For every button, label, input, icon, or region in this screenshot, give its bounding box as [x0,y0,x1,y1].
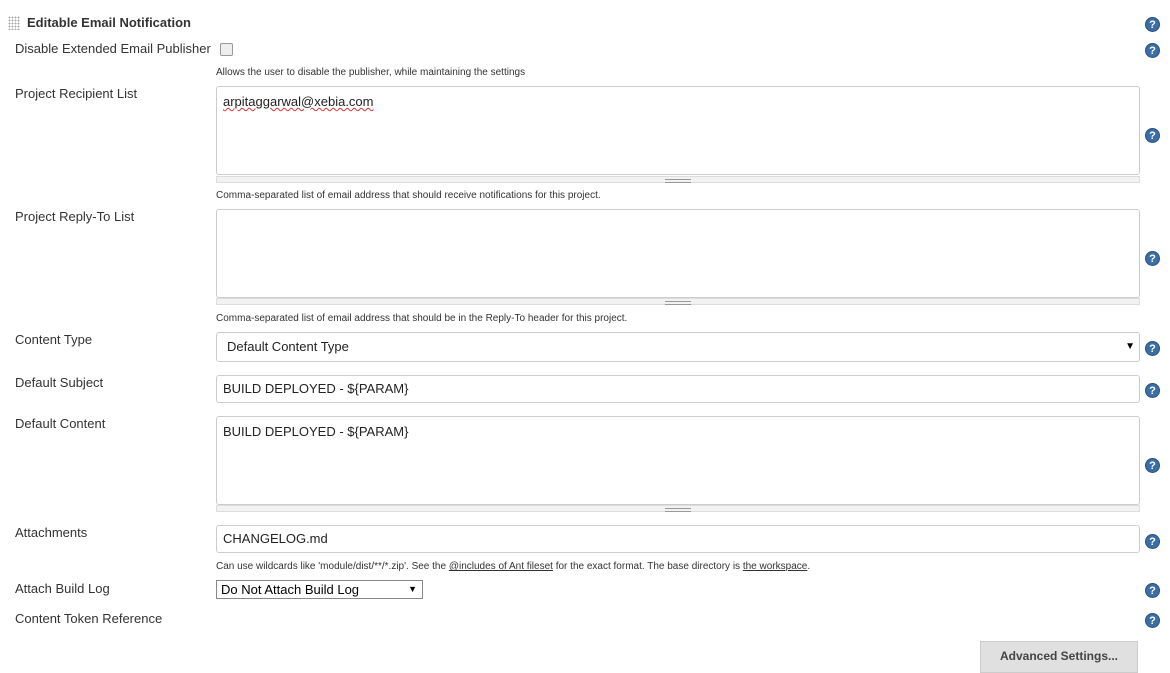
subject-label: Default Subject [15,375,104,390]
help-icon[interactable]: ? [1145,534,1160,549]
dropdown-arrow-icon: ▼ [408,584,417,594]
advanced-settings-button[interactable]: Advanced Settings... [980,641,1138,673]
help-icon[interactable]: ? [1145,43,1160,58]
token-ref-label: Content Token Reference [15,611,163,626]
dropdown-arrow-icon: ▼ [1125,341,1135,352]
help-icon[interactable]: ? [1145,341,1160,356]
recipients-description: Comma-separated list of email address th… [216,190,601,201]
desc-text: Can use wildcards like 'module/dist/**/*… [216,561,449,572]
workspace-link[interactable]: the workspace [743,561,807,572]
subject-input[interactable]: BUILD DEPLOYED - ${PARAM} [216,375,1140,403]
reply-to-label: Project Reply-To List [15,209,135,224]
section-title: Editable Email Notification [27,15,191,30]
resize-handle[interactable] [216,298,1140,305]
recipients-value: arpitaggarwal@xebia.com [223,94,374,109]
content-type-value: Default Content Type [227,339,349,354]
help-icon[interactable]: ? [1145,17,1160,32]
content-type-select[interactable]: Default Content Type ▼ [216,332,1140,362]
help-icon[interactable]: ? [1145,128,1160,143]
disable-description: Allows the user to disable the publisher… [216,67,526,78]
drag-handle-icon[interactable] [8,16,20,30]
attachments-description: Can use wildcards like 'module/dist/**/*… [216,561,810,572]
build-log-label: Attach Build Log [15,581,110,596]
help-icon[interactable]: ? [1145,251,1160,266]
content-type-label: Content Type [15,332,93,347]
desc-text: . [807,561,811,572]
content-label: Default Content [15,416,106,431]
help-icon[interactable]: ? [1145,583,1160,598]
build-log-select[interactable]: Do Not Attach Build Log ▼ [216,580,423,599]
reply-to-description: Comma-separated list of email address th… [216,313,628,324]
desc-text: for the exact format. The base directory… [552,561,743,572]
attachments-input[interactable]: CHANGELOG.md [216,525,1140,553]
help-icon[interactable]: ? [1145,613,1160,628]
content-textarea[interactable]: BUILD DEPLOYED - ${PARAM} [216,416,1140,505]
help-icon[interactable]: ? [1145,458,1160,473]
reply-to-textarea[interactable] [216,209,1140,298]
recipients-textarea[interactable]: arpitaggarwal@xebia.com [216,86,1140,175]
resize-handle[interactable] [216,176,1140,183]
resize-handle[interactable] [216,505,1140,512]
build-log-value: Do Not Attach Build Log [221,582,360,597]
attachments-label: Attachments [15,525,88,540]
help-icon[interactable]: ? [1145,383,1160,398]
disable-label: Disable Extended Email Publisher [15,41,211,56]
recipients-label: Project Recipient List [15,86,138,101]
ant-fileset-link[interactable]: @includes of Ant fileset [449,561,553,572]
disable-checkbox[interactable] [220,43,233,56]
